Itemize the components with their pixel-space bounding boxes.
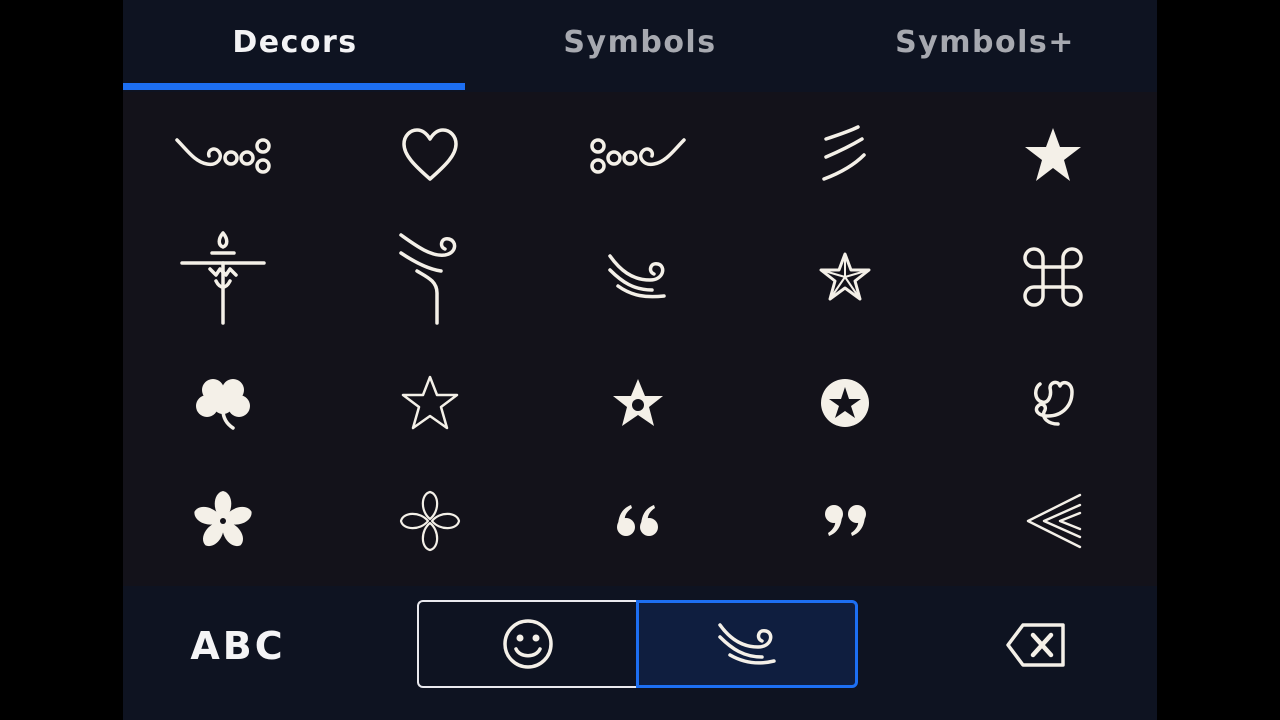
backspace-button[interactable] [991,610,1081,680]
command-symbol-icon[interactable] [993,222,1113,332]
emoji-mode-button[interactable] [417,600,637,688]
swirl-dots-right-icon[interactable] [163,100,283,210]
heart-outline-icon[interactable] [370,100,490,210]
ornamental-cross-icon[interactable] [163,222,283,332]
star-faceted-icon[interactable] [785,222,905,332]
decor-mode-button[interactable] [636,600,858,688]
active-tab-indicator [123,83,465,90]
category-tab-bar: Decors Symbols Symbols+ [123,0,1157,92]
quote-close-icon[interactable] [785,466,905,576]
backspace-icon [1006,623,1065,667]
decor-grid [123,92,1157,586]
swash-glyph-icon[interactable] [993,348,1113,458]
star-dot-icon[interactable] [578,348,698,458]
keyboard-bottom-bar: ABC [123,586,1157,720]
decor-keyboard: Decors Symbols Symbols+ ABC [123,0,1157,720]
abc-keyboard-button[interactable]: ABC [173,610,303,682]
chevrons-left-icon[interactable] [993,466,1113,576]
swirl-stem-icon[interactable] [370,222,490,332]
flower-solid-icon[interactable] [163,466,283,576]
shamrock-icon[interactable] [163,348,283,458]
tab-symbols-plus[interactable]: Symbols+ [813,0,1157,92]
quote-open-icon[interactable] [578,466,698,576]
flower-outline-icon[interactable] [370,466,490,576]
star-solid-icon[interactable] [993,100,1113,210]
dots-swirl-left-icon[interactable] [578,100,698,210]
swirl-wave-icon[interactable] [578,222,698,332]
swirl-icon [718,623,776,665]
triple-stroke-icon[interactable] [785,100,905,210]
star-outline-icon[interactable] [370,348,490,458]
star-circle-icon[interactable] [785,348,905,458]
smiley-icon [503,619,553,669]
tab-decors[interactable]: Decors [123,0,467,92]
tab-symbols[interactable]: Symbols [468,0,812,92]
